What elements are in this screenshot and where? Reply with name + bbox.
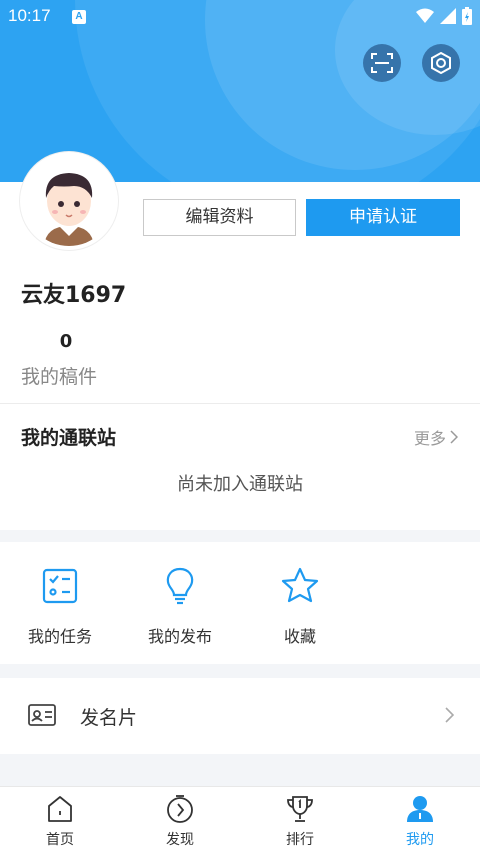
person-icon bbox=[407, 796, 433, 822]
feature-my-tasks[interactable]: 我的任务 bbox=[15, 566, 105, 647]
station-more-link[interactable]: 更多 bbox=[414, 425, 458, 449]
feature-my-posts[interactable]: 我的发布 bbox=[135, 566, 225, 647]
notification-a-icon: A bbox=[72, 10, 86, 24]
apply-certification-button[interactable]: 申请认证 bbox=[306, 199, 460, 236]
edit-profile-button[interactable]: 编辑资料 bbox=[143, 199, 296, 236]
tab-label: 我的 bbox=[406, 832, 434, 848]
wifi-icon bbox=[416, 8, 434, 23]
divider bbox=[0, 403, 480, 404]
section-separator bbox=[0, 664, 480, 678]
tab-label: 首页 bbox=[46, 832, 74, 848]
send-business-card-row[interactable]: 发名片 bbox=[0, 678, 480, 754]
chevron-right-icon bbox=[450, 430, 458, 444]
status-bar: 10:17 A bbox=[0, 0, 480, 36]
battery-icon bbox=[462, 7, 472, 25]
feature-label: 收藏 bbox=[283, 627, 316, 646]
trophy-icon bbox=[287, 796, 313, 822]
tab-label: 发现 bbox=[166, 832, 194, 848]
status-time: 10:17 bbox=[8, 6, 51, 25]
more-label: 更多 bbox=[413, 429, 446, 448]
feature-label: 我的发布 bbox=[147, 627, 212, 646]
tab-home[interactable]: 首页 bbox=[20, 793, 100, 849]
avatar-boy-icon bbox=[24, 156, 114, 246]
settings-icon bbox=[431, 52, 451, 74]
tab-label: 排行 bbox=[286, 832, 314, 848]
station-title: 我的通联站 bbox=[21, 427, 117, 449]
signal-icon bbox=[440, 8, 456, 24]
star-icon bbox=[281, 567, 319, 603]
tab-ranking[interactable]: 排行 bbox=[260, 793, 340, 849]
tab-discover[interactable]: 发现 bbox=[140, 793, 220, 849]
compass-icon bbox=[167, 795, 193, 823]
bottom-tab-bar: 首页 发现 排行 我的 bbox=[0, 786, 480, 854]
feature-label: 我的任务 bbox=[27, 627, 92, 646]
scan-button[interactable] bbox=[363, 44, 401, 82]
section-separator bbox=[0, 530, 480, 542]
username: 云友1697 bbox=[21, 283, 127, 308]
id-card-icon bbox=[28, 704, 56, 726]
lightbulb-icon bbox=[166, 567, 194, 605]
chevron-right-icon bbox=[445, 707, 454, 723]
home-icon bbox=[48, 796, 72, 822]
task-list-icon bbox=[42, 568, 78, 604]
manuscript-label[interactable]: 我的稿件 bbox=[21, 362, 97, 389]
send-business-card-label: 发名片 bbox=[80, 707, 138, 729]
manuscript-count[interactable]: 0 bbox=[21, 331, 111, 352]
tab-mine[interactable]: 我的 bbox=[380, 793, 460, 849]
user-avatar[interactable] bbox=[20, 152, 118, 250]
feature-favorites[interactable]: 收藏 bbox=[255, 566, 345, 647]
scan-icon bbox=[371, 53, 393, 73]
station-empty-text: 尚未加入通联站 bbox=[177, 474, 303, 495]
settings-button[interactable] bbox=[422, 44, 460, 82]
bottom-spacer bbox=[0, 754, 480, 786]
